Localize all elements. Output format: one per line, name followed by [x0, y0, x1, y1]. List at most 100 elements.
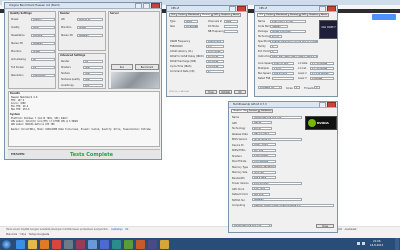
quality-dropdown[interactable]: Ultra — [31, 25, 55, 29]
preset-dropdown[interactable]: Custom — [31, 17, 55, 21]
threads-label: Threads — [304, 86, 314, 90]
level2-value: 4 x 256 KBytes — [310, 71, 334, 75]
clocks-label: Multiplier — [258, 67, 270, 70]
bandwidth-value: 288.4 GB/s — [252, 176, 276, 179]
app-icon[interactable] — [160, 239, 169, 249]
tools-button[interactable]: Tools — [205, 90, 217, 94]
advanced-render-dropdown[interactable]: On — [83, 59, 103, 63]
nvidia-logo-eye — [308, 119, 316, 127]
tray-network-icon[interactable] — [357, 242, 360, 245]
quality-label: Monitors — [11, 50, 22, 53]
close-button[interactable]: Close — [316, 223, 334, 228]
close-button[interactable] — [327, 102, 336, 107]
app-icon[interactable] — [88, 239, 97, 249]
sli-value: Disabled — [252, 198, 302, 201]
show-desktop-button[interactable] — [395, 238, 399, 250]
nvidia-logo-text: NVIDIA — [317, 121, 329, 125]
start-orb-icon[interactable] — [2, 239, 11, 249]
gpu-selector-dropdown[interactable]: NVIDIA GeForce GTX 780 — [232, 224, 272, 227]
fullscreen-dropdown[interactable]: Off — [31, 65, 55, 69]
app-icon[interactable] — [112, 239, 121, 249]
monitors-dropdown[interactable]: Single — [31, 49, 55, 53]
tab-mainboard[interactable]: Mainboard — [186, 13, 201, 17]
resolution-dropdown[interactable]: 1920x1080 — [31, 73, 55, 77]
footer-link-about[interactable]: Tietoja Googlesta — [28, 233, 49, 236]
cookie-learn-more-link[interactable]: Lisätietoja — [111, 228, 122, 231]
media-player-icon[interactable] — [40, 239, 49, 249]
memory-nbfreq-value — [224, 29, 238, 33]
ok-button[interactable]: OK — [234, 90, 246, 94]
advanced-label: Texture — [61, 72, 70, 75]
app-icon[interactable] — [76, 239, 85, 249]
render-monitors-dropdown[interactable]: Single — [77, 25, 103, 29]
validate-button[interactable]: Validate — [219, 90, 232, 94]
app-icon[interactable] — [64, 239, 73, 249]
gpu-label: GPU Clock — [232, 187, 245, 191]
rated-fsb-value — [272, 76, 294, 80]
minimize-button[interactable] — [319, 102, 326, 107]
processor-selection-dropdown[interactable]: Processor #1 — [258, 86, 282, 89]
textures-quality-dropdown[interactable]: High — [83, 77, 103, 81]
package-value: Socket 1150 LGA — [270, 29, 306, 33]
cache-section: L1 Data 4 x 32 KBytes L1 Inst. 4 x 32 KB… — [298, 61, 336, 84]
close-button[interactable] — [237, 6, 246, 11]
tessellation-dropdown[interactable]: Extreme — [31, 33, 55, 37]
clock-time[interactable]: 21:06 — [373, 240, 380, 243]
benchmark-button[interactable]: Benchmark — [135, 64, 159, 70]
render-stereo-dropdown[interactable]: Disabled — [77, 33, 103, 37]
shaders-dropdown[interactable]: High — [83, 65, 103, 69]
gpu-label: Release Date — [232, 132, 248, 136]
footer-link-ads[interactable]: Mainonta — [6, 233, 17, 236]
api-dropdown[interactable]: DirectX 11 — [77, 17, 103, 21]
minimize-button[interactable] — [319, 6, 326, 11]
cookie-ok-link[interactable]: OK — [125, 228, 128, 231]
memory-label: DC Mode — [208, 25, 219, 28]
maximize-button[interactable] — [143, 3, 150, 8]
app-icon[interactable] — [100, 239, 109, 249]
tab-memory[interactable]: Memory — [288, 13, 301, 17]
tab-sensors[interactable]: Sensors — [247, 109, 260, 113]
dram-frequency-value: 1200.0 MHz — [206, 39, 224, 43]
app-icon[interactable] — [124, 239, 133, 249]
cpuz-cpu-title: CPU-Z — [259, 7, 267, 10]
close-button[interactable] — [327, 6, 336, 11]
footer-link-business[interactable]: Yritys — [19, 233, 26, 236]
cpuz-cpu-footer: Processor #1 Cores 4 Threads 8 — [258, 86, 336, 92]
memory-size-value: 16 GBytes — [184, 24, 198, 28]
google-signin-button[interactable] — [372, 14, 396, 20]
antialiasing-dropdown[interactable]: x8 — [31, 57, 55, 61]
level3-value: 8 MBytes — [310, 76, 334, 80]
tab-validation[interactable]: Validation — [259, 109, 274, 113]
gpu-label: Technology — [232, 127, 246, 130]
texture-dropdown[interactable]: High — [83, 71, 103, 75]
chrome-icon[interactable] — [52, 239, 61, 249]
quality-label: Tessellation — [11, 34, 25, 37]
gpu-label: Device ID — [232, 143, 244, 147]
system-line: GPU model: NVIDIA GeForce GTX 780 — [11, 123, 55, 126]
default-clock-value: 863 MHz — [252, 192, 270, 196]
tray-volume-icon[interactable] — [362, 242, 365, 245]
tab-mainboard[interactable]: Mainboard — [274, 13, 289, 17]
ie-icon[interactable] — [16, 239, 25, 249]
heaven-window: Unigine Benchmark Heaven 4.0 (Build) Qua… — [4, 2, 162, 160]
app-icon[interactable] — [136, 239, 145, 249]
close-button[interactable] — [151, 3, 160, 8]
minimize-button[interactable] — [135, 3, 142, 8]
processor-label: Name — [258, 20, 266, 23]
tab-about[interactable]: About — [319, 13, 330, 17]
app-icon[interactable] — [148, 239, 157, 249]
heaven-status-text: Tests Complete — [70, 151, 114, 158]
clock-date[interactable]: 16.8.2013 — [370, 244, 383, 247]
tab-about[interactable]: About — [231, 13, 242, 17]
explorer-icon[interactable] — [28, 239, 37, 249]
timing-label: Command Rate (CR) — [170, 70, 195, 73]
footer-link-settings[interactable]: Asetukset — [345, 228, 357, 231]
heaven-brand-logo: HEAVEN — [11, 152, 25, 156]
run-button[interactable]: Run — [111, 64, 133, 70]
anisotropy-dropdown[interactable]: x16 — [83, 83, 103, 87]
tab-memory[interactable]: Memory — [200, 13, 213, 17]
stereo-dropdown[interactable]: Disabled — [31, 41, 55, 45]
minimize-button[interactable] — [229, 6, 236, 11]
cache-label: Level 3 — [298, 77, 307, 80]
nvidia-logo: NVIDIA — [305, 116, 337, 130]
